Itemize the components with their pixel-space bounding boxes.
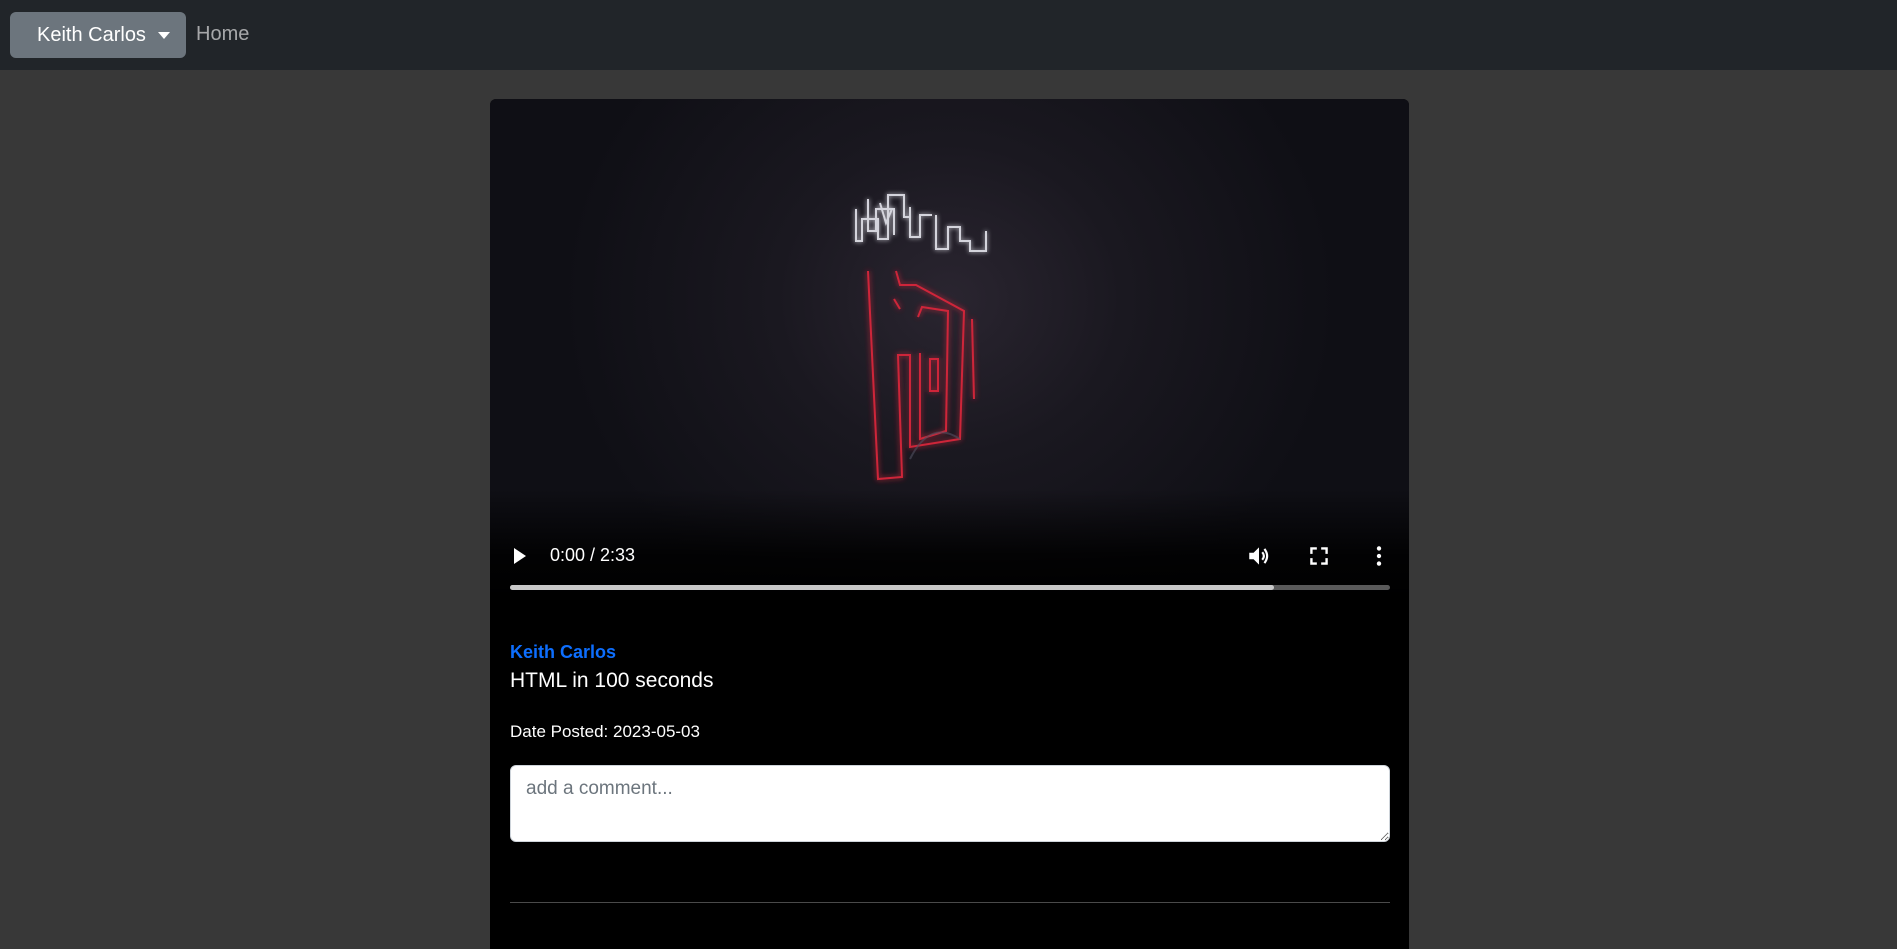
post-author-link[interactable]: Keith Carlos [510,642,616,663]
video-buffered-fill [510,585,1274,590]
video-card: 0:00 / 2:33 Keith Carlos HTML in 100 sec… [490,99,1409,949]
caret-down-icon [158,32,170,39]
nav-home-link[interactable]: Home [196,23,249,46]
play-icon[interactable] [514,548,526,564]
video-player[interactable]: 0:00 / 2:33 [490,99,1409,599]
video-progress-bar[interactable] [510,585,1390,590]
section-divider [510,902,1390,903]
user-dropdown-button[interactable]: Keith Carlos [10,12,186,58]
video-time-display: 0:00 / 2:33 [550,545,636,565]
video-title: HTML in 100 seconds [510,669,714,692]
top-navbar: Keith Carlos Home [0,0,1897,70]
date-posted: Date Posted: 2023-05-03 [510,722,700,741]
comment-input[interactable] [510,765,1390,842]
fullscreen-icon[interactable] [1306,543,1332,569]
more-options-icon[interactable] [1366,543,1392,569]
user-dropdown-label: Keith Carlos [37,23,146,46]
volume-icon[interactable] [1246,543,1272,569]
